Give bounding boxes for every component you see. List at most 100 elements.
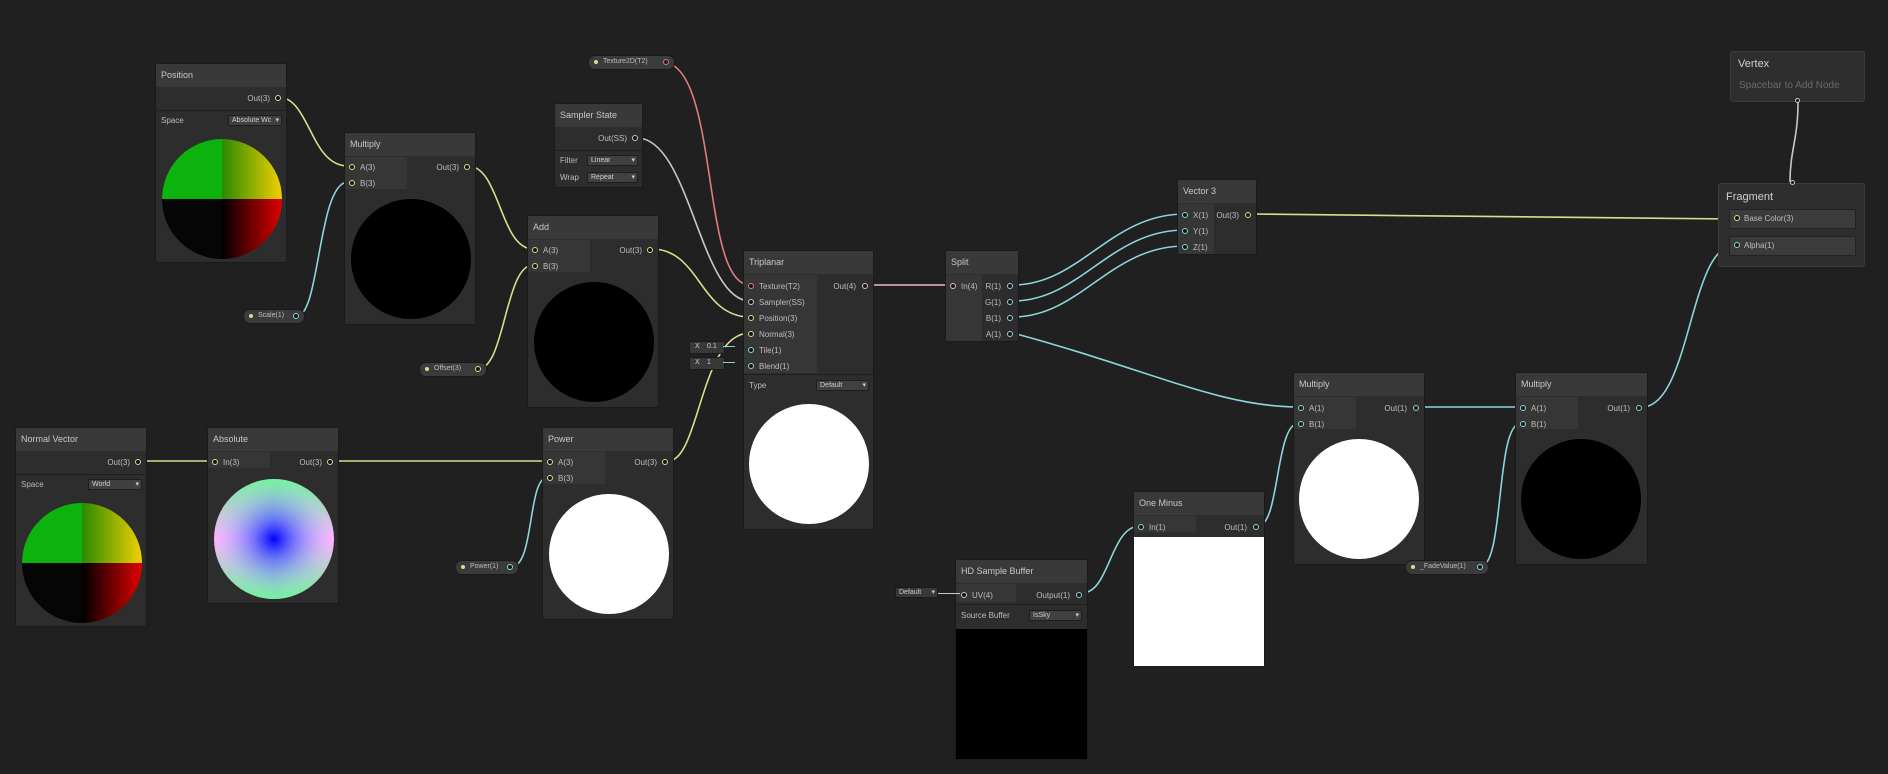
out-port[interactable] bbox=[632, 135, 638, 141]
alpha-label: Alpha(1) bbox=[1744, 241, 1775, 250]
absolute-node[interactable]: Absolute In(3) Out(3) bbox=[207, 427, 339, 604]
fragment-in-port[interactable] bbox=[1790, 180, 1795, 185]
in-tile-label: Tile(1) bbox=[759, 346, 782, 355]
in-port[interactable] bbox=[1138, 524, 1144, 530]
out-label: Out(1) bbox=[1384, 404, 1407, 413]
in-blend-port[interactable] bbox=[748, 363, 754, 369]
out-g-port[interactable] bbox=[1007, 299, 1013, 305]
power-node[interactable]: Power A(3) B(3) Out(3) bbox=[542, 427, 674, 620]
offset-property[interactable]: Offset(3) bbox=[419, 362, 487, 377]
in-tile-port[interactable] bbox=[748, 347, 754, 353]
vector3-node[interactable]: Vector 3 X(1) Y(1) Z(1) Out(3) bbox=[1177, 179, 1257, 255]
alpha-port[interactable] bbox=[1734, 242, 1740, 248]
triplanar-node[interactable]: Triplanar Texture(T2) Sampler(SS) Positi… bbox=[743, 250, 874, 530]
tile-value: 0.1 bbox=[707, 343, 717, 350]
in-label: In(1) bbox=[1149, 523, 1166, 532]
uv-default-field[interactable]: Default ▾ bbox=[895, 587, 938, 598]
out-port[interactable] bbox=[1245, 212, 1251, 218]
filter-dropdown[interactable]: Linear bbox=[587, 155, 638, 166]
in-sampler-port[interactable] bbox=[748, 299, 754, 305]
fade-value-label: _FadeValue(1) bbox=[1420, 563, 1466, 570]
hd-sample-buffer-node[interactable]: HD Sample Buffer UV(4) Output(1) Source … bbox=[955, 559, 1088, 760]
uv-default-label: Default bbox=[899, 589, 922, 596]
in-z-port[interactable] bbox=[1182, 244, 1188, 250]
in-uv-port[interactable] bbox=[961, 592, 967, 598]
in-a-port[interactable] bbox=[547, 459, 553, 465]
in-texture-port[interactable] bbox=[748, 283, 754, 289]
sampler-state-node[interactable]: Sampler State Out(SS) Filter Linear Wrap… bbox=[554, 103, 643, 188]
vertex-context[interactable]: Vertex Spacebar to Add Node bbox=[1730, 51, 1865, 103]
wrap-label: Wrap bbox=[560, 173, 579, 182]
multiply-node-3[interactable]: Multiply A(1) B(1) Out(1) bbox=[1515, 372, 1648, 565]
offset-out-port[interactable] bbox=[475, 366, 481, 372]
node-title: HD Sample Buffer bbox=[956, 560, 1087, 583]
in-port[interactable] bbox=[950, 283, 956, 289]
in-y-label: Y(1) bbox=[1193, 227, 1209, 236]
alpha-slot[interactable]: Alpha(1) bbox=[1729, 236, 1856, 256]
out-port[interactable] bbox=[464, 164, 470, 170]
fade-value-property[interactable]: _FadeValue(1) bbox=[1405, 560, 1489, 575]
add-node[interactable]: Add A(3) B(3) Out(3) bbox=[527, 215, 659, 408]
out-a-port[interactable] bbox=[1007, 331, 1013, 337]
split-node[interactable]: Split In(4) R(1) G(1) B(1) A(1) bbox=[945, 250, 1019, 342]
source-buffer-dropdown[interactable]: IsSky bbox=[1029, 610, 1082, 621]
blend-field[interactable]: X 1 bbox=[689, 357, 725, 370]
in-y-port[interactable] bbox=[1182, 228, 1188, 234]
in-texture-label: Texture(T2) bbox=[759, 282, 800, 291]
base-color-slot[interactable]: Base Color(3) bbox=[1729, 209, 1856, 229]
out-port[interactable] bbox=[1636, 405, 1642, 411]
in-b-port[interactable] bbox=[1298, 421, 1304, 427]
wire-hd-oneminus bbox=[1081, 525, 1141, 594]
out-b-port[interactable] bbox=[1007, 315, 1013, 321]
filter-label: Filter bbox=[560, 156, 578, 165]
texture-property[interactable]: Texture2D(T2) bbox=[588, 55, 675, 70]
in-a-label: A(3) bbox=[558, 458, 574, 467]
one-minus-node[interactable]: One Minus In(1) Out(1) bbox=[1133, 491, 1265, 667]
out-port[interactable] bbox=[1076, 592, 1082, 598]
out-port[interactable] bbox=[1413, 405, 1419, 411]
power-property[interactable]: Power(1) bbox=[455, 560, 519, 575]
out-port[interactable] bbox=[662, 459, 668, 465]
source-buffer-label: Source Buffer bbox=[961, 611, 1010, 620]
in-x-label: X(1) bbox=[1193, 211, 1209, 220]
texture-label: Texture2D(T2) bbox=[603, 58, 648, 65]
absolute-preview bbox=[214, 479, 334, 599]
in-a-port[interactable] bbox=[1520, 405, 1526, 411]
in-b-label: B(1) bbox=[1531, 420, 1547, 429]
in-position-port[interactable] bbox=[748, 315, 754, 321]
in-a-port[interactable] bbox=[1298, 405, 1304, 411]
base-color-port[interactable] bbox=[1734, 215, 1740, 221]
tile-field[interactable]: X 0.1 bbox=[689, 341, 725, 354]
out-r-port[interactable] bbox=[1007, 283, 1013, 289]
node-title: Triplanar bbox=[744, 251, 873, 274]
out-label: Out(1) bbox=[1607, 404, 1630, 413]
fragment-context[interactable]: Fragment Base Color(3) Alpha(1) bbox=[1718, 180, 1865, 267]
multiply-3-preview bbox=[1521, 439, 1641, 559]
in-normal-label: Normal(3) bbox=[759, 330, 795, 339]
fade-out-port[interactable] bbox=[1477, 564, 1483, 570]
wire-multiply-add bbox=[467, 165, 534, 250]
out-port[interactable] bbox=[862, 283, 868, 289]
hd-sample-preview bbox=[956, 629, 1087, 759]
in-position-label: Position(3) bbox=[759, 314, 798, 323]
wrap-dropdown[interactable]: Repeat bbox=[587, 172, 638, 183]
in-normal-port[interactable] bbox=[748, 331, 754, 337]
in-b-port[interactable] bbox=[547, 475, 553, 481]
base-color-label: Base Color(3) bbox=[1744, 214, 1794, 223]
out-label: Out(3) bbox=[1216, 211, 1239, 220]
node-title: Multiply bbox=[1516, 373, 1647, 396]
in-a-port[interactable] bbox=[532, 247, 538, 253]
in-b-port[interactable] bbox=[532, 263, 538, 269]
out-port[interactable] bbox=[647, 247, 653, 253]
out-port[interactable] bbox=[1253, 524, 1259, 530]
type-dropdown[interactable]: Default bbox=[816, 380, 869, 391]
in-b-port[interactable] bbox=[1520, 421, 1526, 427]
multiply-node-2[interactable]: Multiply A(1) B(1) Out(1) bbox=[1293, 372, 1425, 565]
power-out-port[interactable] bbox=[507, 564, 513, 570]
node-title: Power bbox=[543, 428, 673, 451]
in-sampler-label: Sampler(SS) bbox=[759, 298, 805, 307]
vertex-out-port[interactable] bbox=[1795, 98, 1800, 103]
multiply-2-preview bbox=[1299, 439, 1419, 559]
in-x-port[interactable] bbox=[1182, 212, 1188, 218]
texture-out-port[interactable] bbox=[663, 59, 669, 65]
